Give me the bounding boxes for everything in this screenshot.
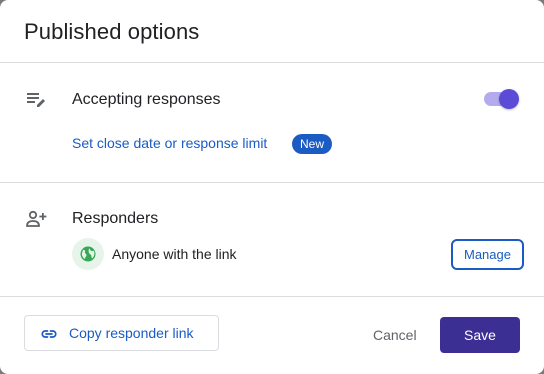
cancel-button[interactable]: Cancel xyxy=(373,327,417,343)
published-options-dialog: Published options Accepting responses Se… xyxy=(0,0,544,374)
access-level-text: Anyone with the link xyxy=(112,246,237,262)
divider xyxy=(0,296,544,297)
globe-icon-wrap xyxy=(72,238,104,270)
responders-label: Responders xyxy=(72,210,159,227)
dialog-title: Published options xyxy=(24,19,200,44)
link-icon xyxy=(41,330,57,338)
close-date-link[interactable]: Set close date or response limit xyxy=(72,135,267,151)
accepting-responses-toggle[interactable] xyxy=(483,89,521,109)
new-badge: New xyxy=(292,134,333,154)
person-add-icon xyxy=(24,207,48,231)
save-button[interactable]: Save xyxy=(440,317,520,353)
accepting-responses-label: Accepting responses xyxy=(72,91,221,108)
toggle-thumb xyxy=(499,89,519,109)
copy-responder-link-button[interactable]: Copy responder link xyxy=(24,315,219,351)
globe-icon xyxy=(80,246,96,262)
divider xyxy=(0,62,544,63)
divider xyxy=(0,182,544,183)
list-edit-icon xyxy=(24,88,48,112)
manage-button[interactable]: Manage xyxy=(451,239,524,270)
copy-responder-link-label: Copy responder link xyxy=(69,325,194,341)
